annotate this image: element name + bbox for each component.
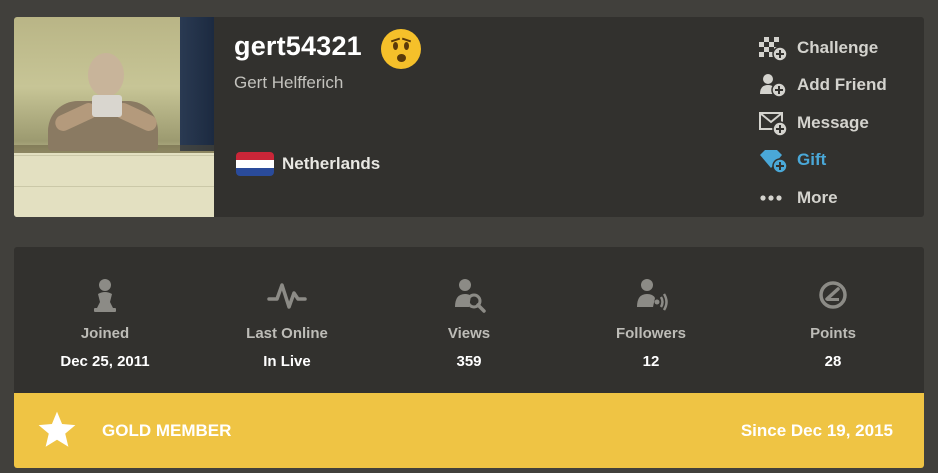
stat-label: Points bbox=[810, 325, 856, 342]
membership-title: GOLD MEMBER bbox=[102, 421, 232, 440]
profile-actions: Challenge Add Friend Message Gift More bbox=[759, 29, 887, 217]
stat-value: 359 bbox=[456, 353, 482, 370]
stat-joined: Joined Dec 25, 2011 bbox=[15, 247, 195, 370]
stat-value: 12 bbox=[642, 353, 660, 370]
gift-label: Gift bbox=[797, 150, 827, 170]
worried-face-icon[interactable] bbox=[381, 29, 421, 69]
stat-value: In Live bbox=[263, 353, 311, 370]
membership-since: Since Dec 19, 2015 bbox=[740, 421, 893, 440]
followers-icon bbox=[629, 277, 673, 315]
message-label: Message bbox=[797, 112, 869, 132]
stat-followers: Followers 12 bbox=[561, 247, 741, 370]
stat-views: Views 359 bbox=[379, 247, 559, 370]
profile-card: gert54321 Gert Helfferich Netherlands Ch… bbox=[14, 17, 924, 217]
stat-value: 28 bbox=[824, 353, 842, 370]
netherlands-flag-icon bbox=[236, 152, 274, 176]
more-label: More bbox=[797, 187, 838, 207]
gift-icon bbox=[759, 147, 788, 174]
stat-last-online: Last Online In Live bbox=[197, 247, 377, 370]
gold-member-banner[interactable]: GOLD MEMBER Since Dec 19, 2015 bbox=[14, 393, 924, 468]
stat-label: Views bbox=[447, 325, 491, 342]
challenge-icon bbox=[759, 35, 788, 62]
gift-button[interactable]: Gift bbox=[759, 142, 887, 180]
real-name: Gert Helfferich bbox=[234, 73, 344, 92]
pawn-icon bbox=[83, 277, 127, 315]
country-name: Netherlands bbox=[282, 154, 381, 173]
stat-value: Dec 25, 2011 bbox=[60, 353, 150, 370]
add-friend-label: Add Friend bbox=[797, 75, 887, 95]
stats-card: Joined Dec 25, 2011 Last Online In Live … bbox=[14, 247, 924, 468]
stat-points: Points 28 bbox=[743, 247, 923, 370]
add-friend-button[interactable]: Add Friend bbox=[759, 67, 887, 105]
stat-label: Followers bbox=[615, 325, 686, 342]
message-icon bbox=[759, 110, 788, 137]
more-button[interactable]: More bbox=[759, 179, 887, 217]
stat-label: Last Online bbox=[246, 325, 328, 342]
username: gert54321 bbox=[234, 31, 362, 61]
message-button[interactable]: Message bbox=[759, 104, 887, 142]
challenge-label: Challenge bbox=[797, 37, 879, 57]
activity-icon bbox=[265, 277, 309, 315]
add-friend-icon bbox=[759, 72, 787, 98]
star-icon bbox=[38, 411, 76, 447]
more-icon bbox=[759, 185, 787, 211]
challenge-button[interactable]: Challenge bbox=[759, 29, 887, 67]
points-icon bbox=[811, 277, 855, 315]
views-icon bbox=[447, 277, 491, 315]
avatar[interactable] bbox=[14, 17, 214, 217]
stat-label: Joined bbox=[80, 325, 130, 342]
